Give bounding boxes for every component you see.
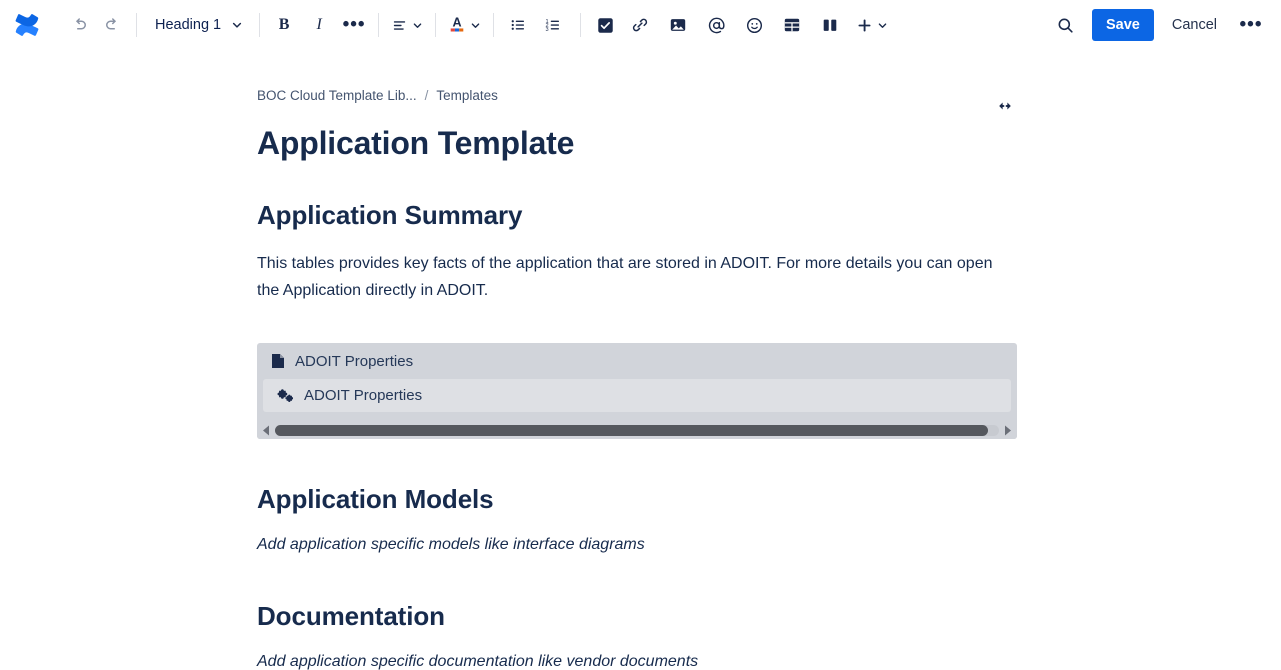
chevron-down-icon xyxy=(877,20,888,31)
macro-header[interactable]: ADOIT Properties xyxy=(257,343,1017,379)
list-group: 1 2 3 xyxy=(502,9,572,41)
scrollbar-track[interactable] xyxy=(275,425,999,436)
page-title[interactable]: Application Template xyxy=(257,123,1017,163)
mention-button[interactable] xyxy=(700,9,732,41)
save-button[interactable]: Save xyxy=(1092,9,1154,41)
breadcrumb-separator: / xyxy=(425,88,429,103)
editor-overflow-menu-button[interactable]: ••• xyxy=(1235,9,1267,41)
text-align-button[interactable] xyxy=(387,9,427,41)
breadcrumb-item-templates[interactable]: Templates xyxy=(436,88,498,103)
adoit-properties-macro[interactable]: ADOIT Properties ADOIT Properties xyxy=(257,343,1017,439)
action-item-button[interactable] xyxy=(589,9,621,41)
scrollbar-thumb[interactable] xyxy=(275,425,988,436)
page-layout-button[interactable] xyxy=(814,9,846,41)
plus-insert-icon xyxy=(856,17,873,34)
svg-text:A: A xyxy=(453,16,462,30)
breadcrumb: BOC Cloud Template Lib... / Templates xyxy=(257,84,1017,106)
text-format-group: B I ••• xyxy=(268,9,370,41)
section-heading-documentation[interactable]: Documentation xyxy=(257,600,1017,632)
scroll-left-arrow-icon[interactable] xyxy=(260,423,272,437)
bullet-list-icon xyxy=(509,16,527,34)
text-color-a-icon: A xyxy=(448,14,466,36)
block-style-dropdown[interactable]: Heading 1 xyxy=(145,9,251,41)
insert-more-button[interactable] xyxy=(852,9,892,41)
more-formatting-label: ••• xyxy=(343,20,366,30)
more-formatting-button[interactable]: ••• xyxy=(338,9,370,41)
scroll-right-arrow-icon[interactable] xyxy=(1002,423,1014,437)
document-content: BOC Cloud Template Lib... / Templates Ap… xyxy=(257,84,1017,670)
breadcrumb-item-space[interactable]: BOC Cloud Template Lib... xyxy=(257,88,417,103)
italic-button[interactable]: I xyxy=(303,9,335,41)
confluence-logo-icon[interactable] xyxy=(10,8,44,42)
history-group xyxy=(64,9,128,41)
text-align-icon xyxy=(391,17,408,34)
chevron-down-icon xyxy=(412,20,423,31)
link-button[interactable] xyxy=(624,9,656,41)
block-style-label: Heading 1 xyxy=(155,17,221,33)
numbered-list-icon: 1 2 3 xyxy=(544,16,562,34)
table-grid-icon xyxy=(783,16,801,34)
numbered-list-button[interactable]: 1 2 3 xyxy=(537,9,569,41)
toolbar-divider xyxy=(580,13,581,37)
search-button[interactable] xyxy=(1050,9,1082,41)
svg-text:3: 3 xyxy=(546,27,549,33)
macro-header-label: ADOIT Properties xyxy=(295,353,413,370)
action-item-checkbox-icon xyxy=(597,17,614,34)
italic-label: I xyxy=(316,16,321,34)
image-button[interactable] xyxy=(662,9,694,41)
image-icon xyxy=(669,16,687,34)
expand-width-arrows-icon[interactable] xyxy=(993,94,1017,118)
toolbar-divider xyxy=(259,13,260,37)
cancel-button[interactable]: Cancel xyxy=(1160,9,1229,41)
link-chain-icon xyxy=(631,16,649,34)
bold-label: B xyxy=(279,16,290,34)
bold-button[interactable]: B xyxy=(268,9,300,41)
editor-toolbar: Heading 1 B I ••• A xyxy=(0,0,1281,50)
editor-page: BOC Cloud Template Lib... / Templates Ap… xyxy=(0,50,1281,670)
search-magnifier-icon xyxy=(1056,16,1075,35)
section-paragraph-application-summary[interactable]: This tables provides key facts of the ap… xyxy=(257,250,1017,304)
bullet-list-button[interactable] xyxy=(502,9,534,41)
macro-body-label: ADOIT Properties xyxy=(304,387,422,404)
chevron-down-icon xyxy=(231,19,243,31)
page-document-icon xyxy=(271,353,285,369)
page-layout-columns-icon xyxy=(821,16,839,34)
section-heading-application-models[interactable]: Application Models xyxy=(257,483,1017,515)
section-hint-documentation[interactable]: Add application specific documentation l… xyxy=(257,650,1017,670)
emoji-smiley-icon xyxy=(745,16,764,35)
toolbar-divider xyxy=(136,13,137,37)
toolbar-divider xyxy=(435,13,436,37)
text-color-button[interactable]: A xyxy=(444,9,485,41)
redo-button[interactable] xyxy=(96,9,128,41)
section-hint-application-models[interactable]: Add application specific models like int… xyxy=(257,533,1017,557)
table-button[interactable] xyxy=(776,9,808,41)
chevron-down-icon xyxy=(470,20,481,31)
macro-body[interactable]: ADOIT Properties xyxy=(263,379,1011,412)
toolbar-divider xyxy=(493,13,494,37)
undo-button[interactable] xyxy=(64,9,96,41)
editor-overflow-label: ••• xyxy=(1240,20,1263,30)
insert-group xyxy=(589,9,895,41)
emoji-button[interactable] xyxy=(738,9,770,41)
puzzle-piece-macro-icon xyxy=(277,388,293,403)
mention-at-icon xyxy=(707,16,726,35)
section-heading-application-summary[interactable]: Application Summary xyxy=(257,199,1017,231)
macro-horizontal-scrollbar[interactable] xyxy=(257,421,1017,439)
toolbar-divider xyxy=(378,13,379,37)
